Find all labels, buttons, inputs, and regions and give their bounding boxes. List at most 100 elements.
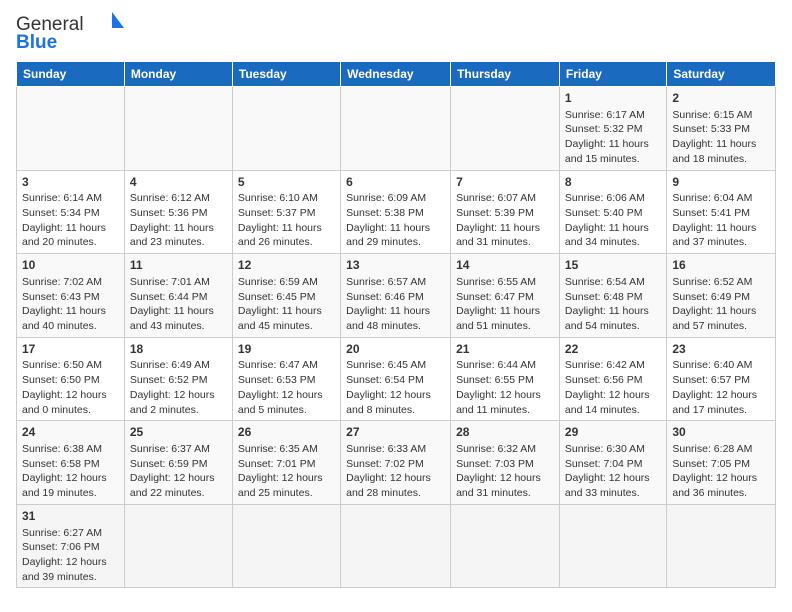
day-info: Sunrise: 6:42 AM [565,358,661,373]
day-info: Sunrise: 6:45 AM [346,358,445,373]
day-info: Daylight: 11 hours and 43 minutes. [130,304,227,333]
day-info: Daylight: 12 hours and 8 minutes. [346,388,445,417]
day-info: Sunset: 7:02 PM [346,457,445,472]
day-cell: 23Sunrise: 6:40 AMSunset: 6:57 PMDayligh… [667,337,776,421]
day-info: Daylight: 12 hours and 0 minutes. [22,388,119,417]
day-number: 1 [565,90,661,107]
day-info: Daylight: 11 hours and 37 minutes. [672,221,770,250]
day-cell: 29Sunrise: 6:30 AMSunset: 7:04 PMDayligh… [559,421,666,505]
day-info: Sunrise: 6:44 AM [456,358,554,373]
day-info: Sunrise: 6:52 AM [672,275,770,290]
day-cell: 27Sunrise: 6:33 AMSunset: 7:02 PMDayligh… [341,421,451,505]
day-cell: 1Sunrise: 6:17 AMSunset: 5:32 PMDaylight… [559,87,666,171]
week-row-5: 31Sunrise: 6:27 AMSunset: 7:06 PMDayligh… [17,504,776,588]
day-info: Daylight: 11 hours and 26 minutes. [238,221,335,250]
day-cell: 4Sunrise: 6:12 AMSunset: 5:36 PMDaylight… [124,170,232,254]
day-number: 20 [346,341,445,358]
day-info: Sunset: 6:49 PM [672,290,770,305]
day-number: 12 [238,257,335,274]
day-info: Sunrise: 6:57 AM [346,275,445,290]
week-row-3: 17Sunrise: 6:50 AMSunset: 6:50 PMDayligh… [17,337,776,421]
day-number: 10 [22,257,119,274]
day-info: Daylight: 11 hours and 15 minutes. [565,137,661,166]
day-info: Sunset: 6:46 PM [346,290,445,305]
day-info: Sunrise: 6:28 AM [672,442,770,457]
day-cell: 3Sunrise: 6:14 AMSunset: 5:34 PMDaylight… [17,170,125,254]
day-info: Sunset: 6:56 PM [565,373,661,388]
day-info: Sunset: 5:34 PM [22,206,119,221]
day-info: Sunset: 6:52 PM [130,373,227,388]
day-info: Sunset: 5:40 PM [565,206,661,221]
logo-svg: General Blue [16,10,126,55]
day-info: Daylight: 12 hours and 25 minutes. [238,471,335,500]
day-info: Daylight: 12 hours and 33 minutes. [565,471,661,500]
day-cell [667,504,776,588]
col-header-monday: Monday [124,62,232,87]
day-info: Daylight: 11 hours and 54 minutes. [565,304,661,333]
day-cell: 12Sunrise: 6:59 AMSunset: 6:45 PMDayligh… [232,254,340,338]
day-cell: 17Sunrise: 6:50 AMSunset: 6:50 PMDayligh… [17,337,125,421]
day-info: Sunset: 6:59 PM [130,457,227,472]
day-number: 17 [22,341,119,358]
day-info: Sunrise: 6:54 AM [565,275,661,290]
day-cell: 24Sunrise: 6:38 AMSunset: 6:58 PMDayligh… [17,421,125,505]
day-info: Sunrise: 6:12 AM [130,191,227,206]
day-number: 8 [565,174,661,191]
col-header-sunday: Sunday [17,62,125,87]
day-info: Sunrise: 6:59 AM [238,275,335,290]
day-info: Daylight: 11 hours and 48 minutes. [346,304,445,333]
day-info: Sunrise: 6:47 AM [238,358,335,373]
header: General Blue [16,10,776,55]
day-cell [341,87,451,171]
day-number: 21 [456,341,554,358]
day-cell: 26Sunrise: 6:35 AMSunset: 7:01 PMDayligh… [232,421,340,505]
day-info: Sunrise: 6:38 AM [22,442,119,457]
day-info: Sunset: 7:06 PM [22,540,119,555]
day-info: Sunrise: 6:07 AM [456,191,554,206]
day-info: Sunset: 6:57 PM [672,373,770,388]
day-cell: 22Sunrise: 6:42 AMSunset: 6:56 PMDayligh… [559,337,666,421]
day-info: Sunset: 6:47 PM [456,290,554,305]
day-cell [559,504,666,588]
day-info: Daylight: 11 hours and 31 minutes. [456,221,554,250]
day-info: Sunrise: 6:04 AM [672,191,770,206]
day-cell: 2Sunrise: 6:15 AMSunset: 5:33 PMDaylight… [667,87,776,171]
svg-text:Blue: Blue [16,32,57,53]
col-header-friday: Friday [559,62,666,87]
col-header-thursday: Thursday [451,62,560,87]
day-info: Sunrise: 6:15 AM [672,108,770,123]
day-info: Sunrise: 6:27 AM [22,526,119,541]
day-info: Sunrise: 6:33 AM [346,442,445,457]
day-cell [341,504,451,588]
day-info: Sunset: 6:55 PM [456,373,554,388]
day-number: 29 [565,424,661,441]
day-cell: 31Sunrise: 6:27 AMSunset: 7:06 PMDayligh… [17,504,125,588]
col-header-saturday: Saturday [667,62,776,87]
day-cell: 25Sunrise: 6:37 AMSunset: 6:59 PMDayligh… [124,421,232,505]
day-number: 3 [22,174,119,191]
day-number: 19 [238,341,335,358]
day-cell: 28Sunrise: 6:32 AMSunset: 7:03 PMDayligh… [451,421,560,505]
day-cell [232,87,340,171]
day-info: Sunset: 6:50 PM [22,373,119,388]
day-info: Sunrise: 6:06 AM [565,191,661,206]
day-info: Sunrise: 6:09 AM [346,191,445,206]
day-info: Daylight: 12 hours and 31 minutes. [456,471,554,500]
day-info: Sunrise: 6:49 AM [130,358,227,373]
page: General Blue SundayMondayTuesdayWednesda… [0,0,792,598]
day-cell: 16Sunrise: 6:52 AMSunset: 6:49 PMDayligh… [667,254,776,338]
day-cell [17,87,125,171]
day-cell: 9Sunrise: 6:04 AMSunset: 5:41 PMDaylight… [667,170,776,254]
day-info: Daylight: 12 hours and 19 minutes. [22,471,119,500]
day-info: Sunrise: 6:55 AM [456,275,554,290]
day-info: Sunset: 6:53 PM [238,373,335,388]
day-number: 9 [672,174,770,191]
day-info: Daylight: 12 hours and 28 minutes. [346,471,445,500]
week-row-4: 24Sunrise: 6:38 AMSunset: 6:58 PMDayligh… [17,421,776,505]
day-cell [124,504,232,588]
day-info: Daylight: 11 hours and 34 minutes. [565,221,661,250]
day-number: 15 [565,257,661,274]
day-info: Sunset: 5:33 PM [672,122,770,137]
day-info: Daylight: 11 hours and 18 minutes. [672,137,770,166]
day-number: 18 [130,341,227,358]
